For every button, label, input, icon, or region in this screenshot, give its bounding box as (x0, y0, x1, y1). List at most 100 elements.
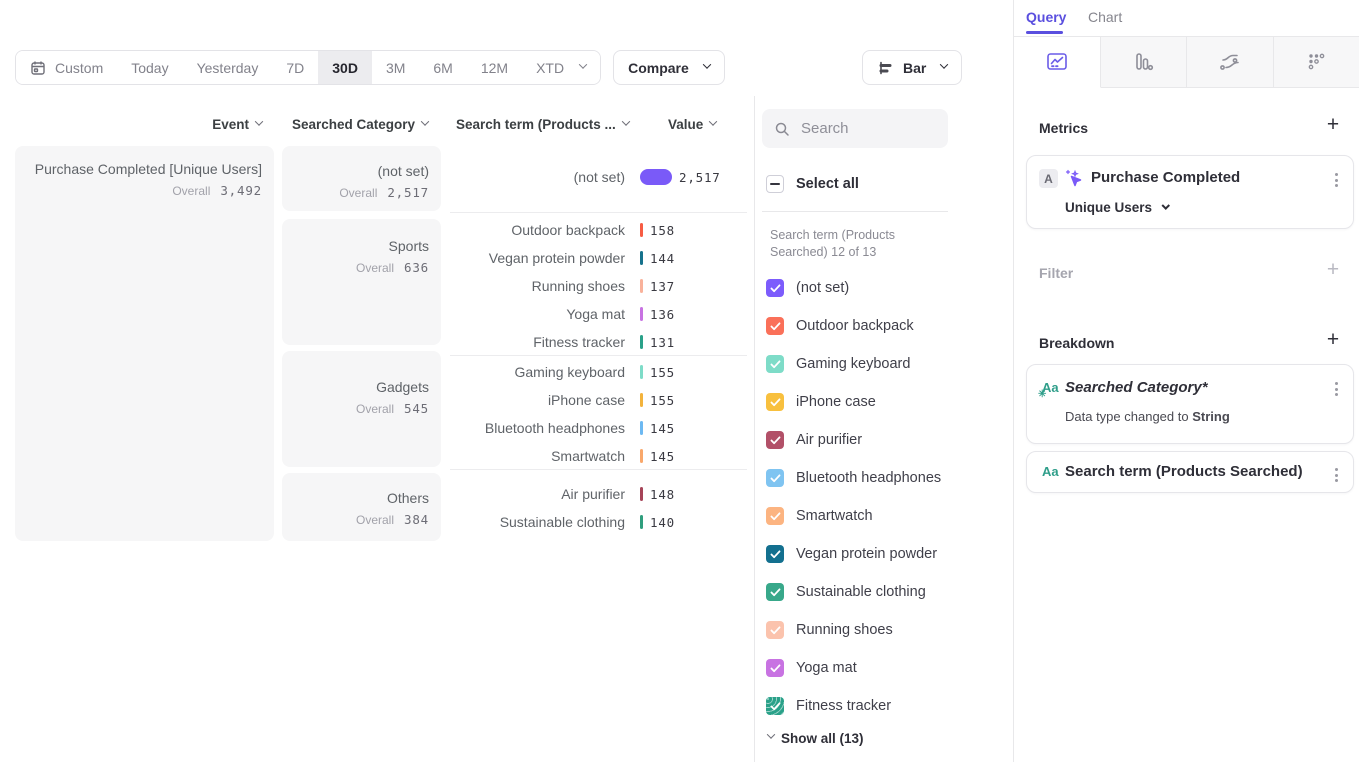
date-range-option[interactable]: 6M (419, 51, 466, 84)
filter-checkbox-item[interactable]: iPhone case (766, 383, 941, 421)
overall-value: 3,492 (220, 183, 262, 198)
table-row[interactable]: Bluetooth headphones 145 (450, 414, 747, 442)
checkbox-checked-icon[interactable] (766, 621, 784, 639)
value-cell: 148 (650, 487, 675, 502)
filter-checkbox-item[interactable]: (not set) (766, 269, 941, 307)
value-bar (640, 307, 643, 321)
date-range-option[interactable]: XTD (522, 51, 600, 84)
table-row[interactable]: iPhone case 155 (450, 386, 747, 414)
date-range-option[interactable]: Today (117, 51, 182, 84)
overall-label: Overall (356, 513, 394, 527)
date-range-option[interactable]: 7D (272, 51, 318, 84)
checkbox-checked-icon[interactable] (766, 431, 784, 449)
checkbox-checked-icon[interactable] (766, 355, 784, 373)
column-header-searched-category[interactable]: Searched Category (292, 117, 428, 132)
checkbox-checked-icon[interactable] (766, 659, 784, 677)
date-range-option[interactable]: Custom (16, 51, 117, 84)
string-property-icon: Aa (1042, 464, 1059, 479)
chart-type-button[interactable]: Bar (862, 50, 962, 85)
table-row[interactable]: Running shoes 137 (450, 272, 747, 300)
select-all-label: Select all (796, 176, 859, 192)
table-row[interactable]: Vegan protein powder 144 (450, 244, 747, 272)
select-all-checkbox[interactable] (766, 175, 784, 193)
metric-name: Purchase Completed (1091, 169, 1240, 186)
metric-card[interactable]: A Purchase Completed Unique Users (1026, 155, 1354, 229)
table-row[interactable]: Fitness tracker 131 (450, 328, 747, 356)
filter-checkbox-item[interactable]: Bluetooth headphones (766, 459, 941, 497)
checkbox-checked-icon[interactable] (766, 507, 784, 525)
compare-button[interactable]: Compare (613, 50, 725, 85)
metric-menu-kebab-icon[interactable] (1332, 170, 1341, 190)
filter-checkbox-item[interactable]: Running shoes (766, 611, 941, 649)
filter-checkbox-item[interactable]: Outdoor backpack (766, 307, 941, 345)
table-row[interactable]: Yoga mat 136 (450, 300, 747, 328)
add-metric-button[interactable]: + (1322, 114, 1344, 135)
show-all-toggle[interactable]: Show all (13) (768, 731, 864, 746)
add-breakdown-button[interactable]: + (1322, 329, 1344, 350)
value-bar (640, 279, 643, 293)
filter-checkbox-item[interactable]: Air purifier (766, 421, 941, 459)
breakdown-menu-kebab-icon[interactable] (1332, 465, 1341, 485)
filter-item-label: Air purifier (796, 432, 862, 448)
date-range-option[interactable]: Yesterday (183, 51, 273, 84)
filter-item-label: Gaming keyboard (796, 356, 910, 372)
retention-dots-icon[interactable] (1274, 37, 1359, 88)
checkbox-checked-icon[interactable] (766, 279, 784, 297)
table-row[interactable]: Sustainable clothing 140 (450, 508, 747, 536)
search-term-label: iPhone case (450, 392, 640, 408)
value-bar (640, 421, 643, 435)
table-row[interactable]: (not set) 2,517 (450, 163, 747, 191)
checkbox-checked-icon[interactable] (766, 469, 784, 487)
chevron-down-icon (421, 118, 429, 126)
table-row[interactable]: Outdoor backpack 158 (450, 216, 747, 244)
select-all-row[interactable]: Select all (766, 175, 859, 193)
horizontal-bar-chart-icon (877, 59, 895, 77)
tab-query[interactable]: Query (1026, 9, 1066, 25)
table-row[interactable]: Gaming keyboard 155 (450, 358, 747, 386)
filter-checkbox-item[interactable]: Vegan protein powder (766, 535, 941, 573)
column-header-event[interactable]: Event (15, 117, 262, 132)
filter-checkbox-item[interactable]: Fitness tracker (766, 687, 941, 725)
search-input[interactable] (799, 119, 929, 138)
value-cell: 145 (650, 421, 675, 436)
column-header-search-term[interactable]: Search term (Products ... (456, 117, 629, 132)
date-range-option[interactable]: 3M (372, 51, 419, 84)
category-cell[interactable]: Others Overall384 (282, 473, 441, 541)
overall-value: 2,517 (387, 185, 429, 200)
breakdown-card[interactable]: Aa✳ Searched Category* Data type changed… (1026, 364, 1354, 444)
event-cell[interactable]: Purchase Completed [Unique Users] Overal… (15, 146, 274, 541)
insights-line-chart-icon[interactable] (1014, 37, 1101, 88)
checkbox-checked-icon[interactable] (766, 583, 784, 601)
tab-chart[interactable]: Chart (1088, 9, 1122, 25)
category-cell[interactable]: (not set) Overall2,517 (282, 146, 441, 211)
breakdown-name: Searched Category* (1065, 379, 1208, 396)
filter-checkbox-item[interactable]: Gaming keyboard (766, 345, 941, 383)
filter-checkbox-item[interactable]: Smartwatch (766, 497, 941, 535)
table-row[interactable]: Air purifier 148 (450, 480, 747, 508)
flows-icon[interactable] (1187, 37, 1274, 88)
term-rows-group: (not set) 2,517 (450, 163, 747, 191)
date-range-label: 3M (386, 60, 405, 76)
category-cell[interactable]: Sports Overall636 (282, 219, 441, 345)
filter-checkbox-item[interactable]: Yoga mat (766, 649, 941, 687)
overall-value: 384 (404, 512, 429, 527)
breakdown-menu-kebab-icon[interactable] (1332, 379, 1341, 399)
value-cell: 145 (650, 449, 675, 464)
date-range-option[interactable]: 12M (467, 51, 522, 84)
category-name: Gadgets (376, 378, 429, 397)
value-bar (640, 169, 672, 185)
column-header-value[interactable]: Value (668, 117, 716, 132)
category-cell[interactable]: Gadgets Overall545 (282, 351, 441, 467)
checkbox-checked-icon[interactable] (766, 697, 784, 715)
filter-checkbox-item[interactable]: Sustainable clothing (766, 573, 941, 611)
checkbox-checked-icon[interactable] (766, 317, 784, 335)
add-filter-button[interactable]: + (1322, 259, 1344, 280)
breakdown-card[interactable]: Aa Search term (Products Searched) (1026, 451, 1354, 493)
table-row[interactable]: Smartwatch 145 (450, 442, 747, 470)
date-range-option[interactable]: 30D (318, 51, 372, 84)
filter-heading: Filter (1039, 265, 1073, 281)
aggregation-selector[interactable]: Unique Users (1065, 200, 1168, 215)
funnels-bars-icon[interactable] (1101, 37, 1188, 88)
checkbox-checked-icon[interactable] (766, 393, 784, 411)
checkbox-checked-icon[interactable] (766, 545, 784, 563)
